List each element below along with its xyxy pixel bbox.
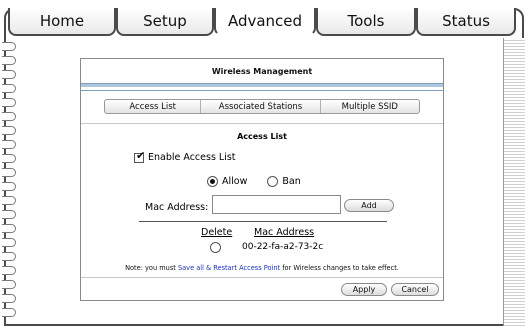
subtab-associated-stations[interactable]: Associated Stations xyxy=(201,100,321,113)
right-edge-strip xyxy=(503,38,525,326)
enable-access-list-row: ✔ Enable Access List xyxy=(134,148,236,163)
tab-advanced[interactable]: Advanced xyxy=(214,8,316,36)
divider xyxy=(81,123,443,124)
apply-button[interactable]: Apply xyxy=(341,283,387,296)
enable-access-list-checkbox[interactable]: ✔ xyxy=(134,148,146,163)
tab-setup[interactable]: Setup xyxy=(116,8,214,36)
mac-entry: 00-22-fa-a2-73-2c xyxy=(242,242,324,252)
add-button[interactable]: Add xyxy=(344,199,394,212)
ban-label: Ban xyxy=(282,176,301,187)
wireless-management-panel: Wireless Management Access List Associat… xyxy=(80,58,444,301)
delete-column-header: Delete xyxy=(201,227,233,238)
cancel-button[interactable]: Cancel xyxy=(391,283,439,296)
save-note: Note: you must Save all & Restart Access… xyxy=(81,264,443,272)
panel-title: Wireless Management xyxy=(211,66,313,76)
main-tabs: Home Setup Advanced Tools Status xyxy=(8,8,516,36)
note-prefix: Note: you must xyxy=(125,264,178,272)
panel-header-rule-line xyxy=(81,90,443,91)
subtab-access-list[interactable]: Access List xyxy=(105,100,202,113)
mac-address-column-header: Mac Address xyxy=(254,227,315,238)
panel-header-rule xyxy=(81,83,443,87)
separator xyxy=(139,221,387,222)
checkmark-icon: ✔ xyxy=(136,148,146,162)
save-restart-link[interactable]: Save all & Restart Access Point xyxy=(178,264,280,272)
subtab-multiple-ssid[interactable]: Multiple SSID xyxy=(321,100,419,113)
enable-access-list-label: Enable Access List xyxy=(148,152,236,163)
allow-radio[interactable] xyxy=(207,176,218,187)
subtab-bar: Access List Associated Stations Multiple… xyxy=(104,99,420,114)
mac-address-input[interactable] xyxy=(212,195,341,214)
mac-address-label: Mac Address: xyxy=(145,202,209,213)
divider-bottom xyxy=(81,277,443,278)
tab-status[interactable]: Status xyxy=(416,8,516,36)
delete-entry-radio[interactable] xyxy=(210,242,225,253)
section-title: Access List xyxy=(237,132,287,141)
mode-radio-group: Allow Ban xyxy=(207,176,301,187)
ban-radio[interactable] xyxy=(267,176,279,187)
tab-tools[interactable]: Tools xyxy=(316,8,416,36)
binder-rings xyxy=(0,38,22,326)
tab-home[interactable]: Home xyxy=(8,8,116,36)
allow-label: Allow xyxy=(222,176,248,187)
note-suffix: for Wireless changes to take effect. xyxy=(280,264,399,272)
